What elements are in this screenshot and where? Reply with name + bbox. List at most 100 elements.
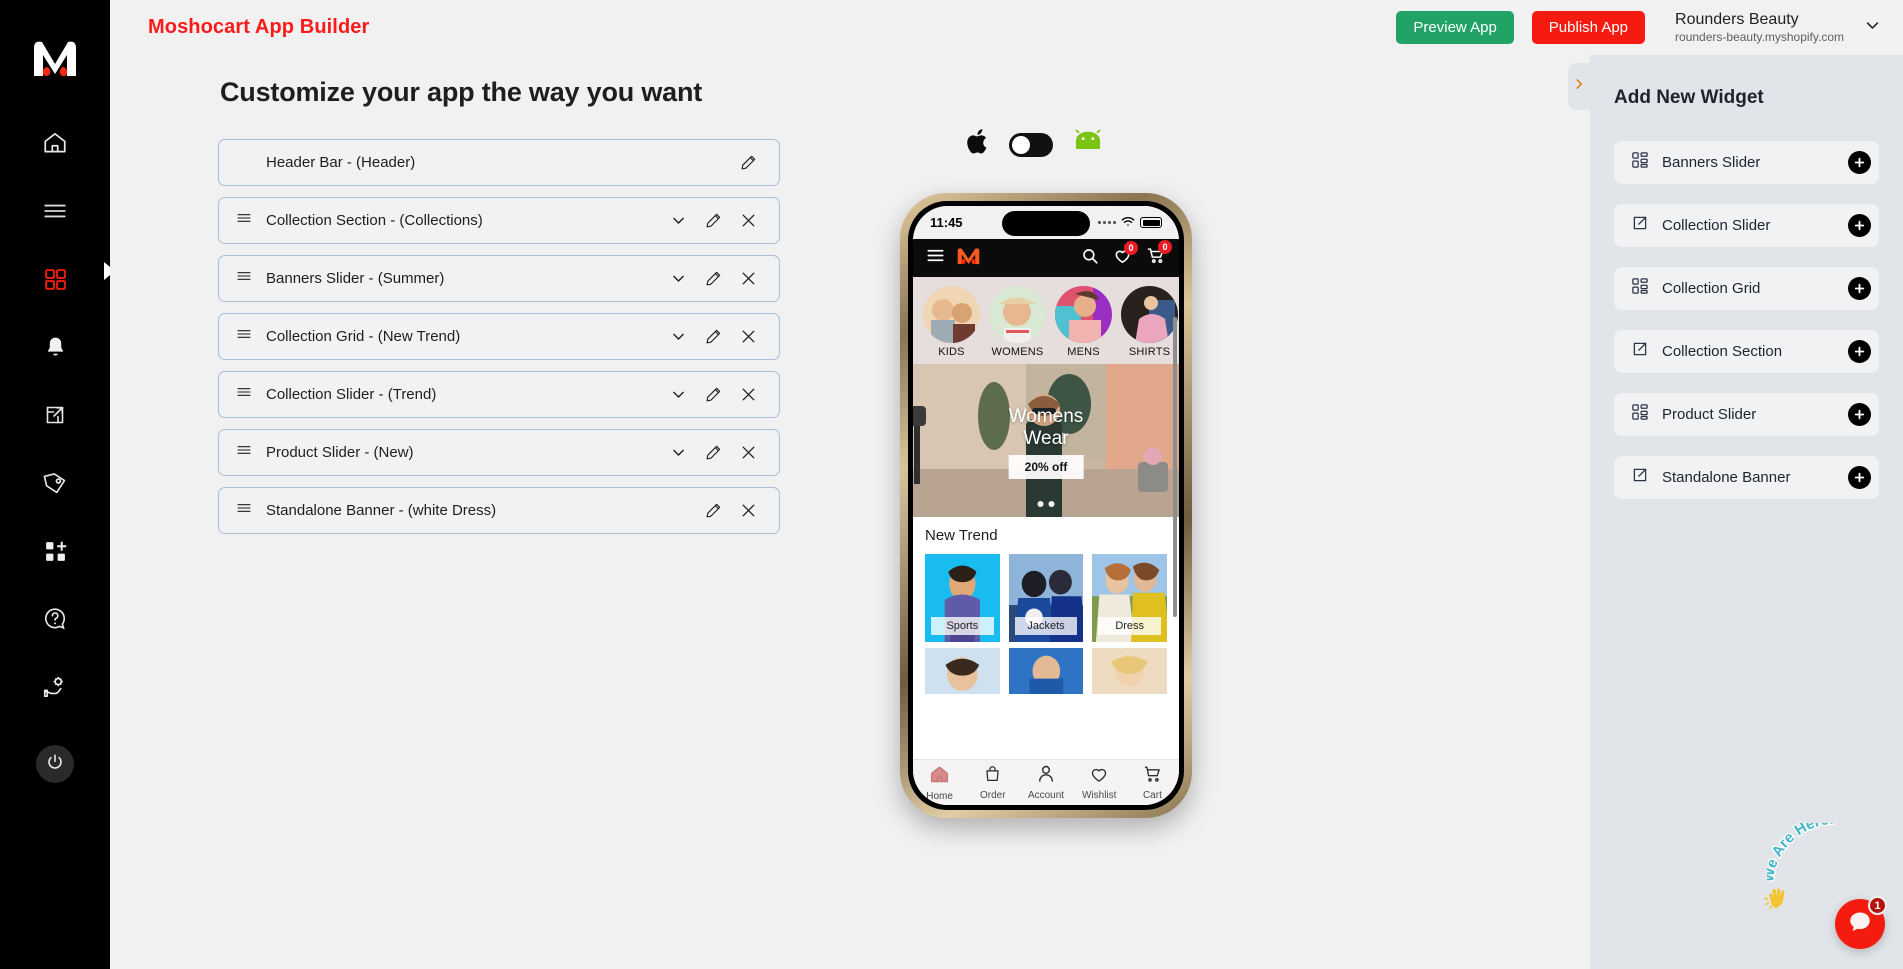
drag-handle-icon[interactable] <box>236 500 252 521</box>
tab-order[interactable]: Order <box>966 764 1019 801</box>
delete-close-icon[interactable] <box>735 498 761 524</box>
cart-button[interactable]: 0 <box>1146 240 1172 270</box>
sidebar-item-app-builder[interactable] <box>29 258 81 300</box>
tab-wishlist[interactable]: Wishlist <box>1073 765 1126 801</box>
delete-close-icon[interactable] <box>735 266 761 292</box>
trend-card[interactable]: Dress <box>1092 554 1168 642</box>
widget-row[interactable]: Header Bar - (Header) <box>218 139 780 186</box>
apple-icon[interactable] <box>965 127 991 162</box>
widget-row[interactable]: Collection Slider - (Trend) <box>218 371 780 418</box>
widget-row[interactable]: Collection Grid - (New Trend) <box>218 313 780 360</box>
expand-chevron-down-icon[interactable] <box>665 382 691 408</box>
add-widget-button[interactable] <box>1848 340 1871 363</box>
category-label: WOMENS <box>991 346 1044 358</box>
edit-pencil-icon[interactable] <box>700 498 726 524</box>
catalog-item[interactable]: Collection Section <box>1614 330 1879 373</box>
trend-card[interactable]: Jackets <box>1008 554 1084 642</box>
android-icon[interactable] <box>1071 128 1105 160</box>
cart-icon <box>1146 248 1166 269</box>
widget-row-actions <box>665 208 761 234</box>
edit-pencil-icon[interactable] <box>700 440 726 466</box>
edit-pencil-icon[interactable] <box>700 208 726 234</box>
expand-chevron-down-icon[interactable] <box>665 440 691 466</box>
widget-row-actions <box>665 382 761 408</box>
content-scrollbar[interactable] <box>1173 317 1177 617</box>
catalog-item[interactable]: Banners Slider <box>1614 141 1879 184</box>
hero-cta-button[interactable]: 20% off <box>1008 455 1084 479</box>
widget-row[interactable]: Product Slider - (New) <box>218 429 780 476</box>
hamburger-icon[interactable] <box>926 246 945 270</box>
hero-title-line2: Wear <box>1023 428 1069 449</box>
sidebar-item-help[interactable] <box>29 598 81 640</box>
collection-section: KIDS WOMENS MENS SHIRTS N <box>913 277 1179 364</box>
sidebar-item-menu[interactable] <box>29 190 81 232</box>
drag-handle-icon[interactable] <box>236 210 252 231</box>
category-item[interactable]: KIDS <box>923 286 980 358</box>
widget-row-label: Header Bar - (Header) <box>266 154 416 171</box>
slider-card[interactable] <box>1008 648 1084 694</box>
left-sidebar <box>0 0 115 969</box>
slider-card[interactable] <box>925 648 1000 694</box>
moshocart-m-logo[interactable] <box>26 30 84 88</box>
edit-pencil-icon[interactable] <box>700 266 726 292</box>
add-widget-button[interactable] <box>1848 214 1871 237</box>
brand-title: Moshocart App Builder <box>148 16 370 38</box>
tab-cart[interactable]: Cart <box>1126 764 1179 801</box>
slider-card[interactable] <box>1092 648 1168 694</box>
trend-card[interactable]: Sports <box>925 554 1000 642</box>
catalog-item[interactable]: Collection Grid <box>1614 267 1879 310</box>
drag-handle-icon[interactable] <box>236 384 252 405</box>
carousel-dots[interactable] <box>1037 501 1055 507</box>
sidebar-item-pricing[interactable] <box>29 462 81 504</box>
category-item[interactable]: MENS <box>1055 286 1112 358</box>
tab-home[interactable]: Home <box>913 764 966 802</box>
sidebar-item-add-widget[interactable] <box>29 530 81 572</box>
drag-handle-icon[interactable] <box>236 268 252 289</box>
tab-account[interactable]: Account <box>1019 764 1072 801</box>
banners-slider[interactable]: Womens Wear 20% off <box>913 364 1179 517</box>
delete-close-icon[interactable] <box>735 324 761 350</box>
wishlist-button[interactable]: 0 <box>1113 240 1138 270</box>
preview-app-button[interactable]: Preview App <box>1396 11 1514 44</box>
widget-row[interactable]: Collection Section - (Collections) <box>218 197 780 244</box>
delete-close-icon[interactable] <box>735 382 761 408</box>
edit-pencil-icon[interactable] <box>735 150 761 176</box>
edit-pencil-icon[interactable] <box>700 324 726 350</box>
drag-handle-icon[interactable] <box>236 442 252 463</box>
external-link-icon <box>1631 466 1649 489</box>
add-widget-button[interactable] <box>1848 277 1871 300</box>
widget-row[interactable]: Banners Slider - (Summer) <box>218 255 780 302</box>
layout-grid-icon <box>1631 151 1649 174</box>
delete-close-icon[interactable] <box>735 208 761 234</box>
edit-pencil-icon[interactable] <box>700 382 726 408</box>
delete-close-icon[interactable] <box>735 440 761 466</box>
expand-chevron-down-icon[interactable] <box>665 324 691 350</box>
add-widget-button[interactable] <box>1848 151 1871 174</box>
search-icon[interactable] <box>1081 247 1099 270</box>
drag-handle-icon[interactable] <box>236 326 252 347</box>
sidebar-item-home[interactable] <box>29 122 81 164</box>
platform-switch[interactable] <box>1009 132 1053 157</box>
category-item[interactable]: WOMENS <box>989 286 1046 358</box>
trend-card-label: Jackets <box>1014 617 1078 635</box>
chat-open-button[interactable]: 1 <box>1835 896 1887 949</box>
store-selector[interactable]: Rounders Beauty rounders-beauty.myshopif… <box>1675 10 1881 45</box>
sidebar-item-notifications[interactable] <box>29 326 81 368</box>
catalog-item[interactable]: Standalone Banner <box>1614 456 1879 499</box>
home-icon <box>929 765 950 789</box>
tab-label: Cart <box>1142 790 1162 801</box>
expand-chevron-down-icon[interactable] <box>665 208 691 234</box>
add-widget-button[interactable] <box>1848 403 1871 426</box>
expand-chevron-down-icon[interactable] <box>665 266 691 292</box>
widget-row[interactable]: Standalone Banner - (white Dress) <box>218 487 780 534</box>
sidebar-item-open-link[interactable] <box>29 394 81 436</box>
sidebar-item-services[interactable] <box>29 666 81 708</box>
publish-app-button[interactable]: Publish App <box>1531 11 1646 44</box>
catalog-item[interactable]: Collection Slider <box>1614 204 1879 247</box>
add-widget-button[interactable] <box>1848 466 1871 489</box>
panel-collapse-button[interactable] <box>1568 63 1590 110</box>
category-item[interactable]: SHIRTS <box>1121 286 1178 358</box>
power-button[interactable] <box>36 745 74 783</box>
power-icon <box>46 753 64 776</box>
catalog-item[interactable]: Product Slider <box>1614 393 1879 436</box>
